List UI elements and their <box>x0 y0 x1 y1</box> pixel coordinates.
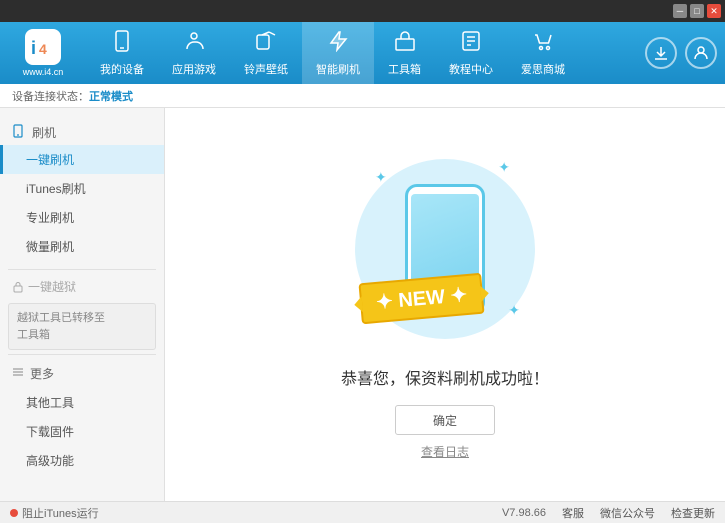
nav-label-apps-games: 应用游戏 <box>172 61 216 77</box>
success-text: 恭喜您，保资料刷机成功啦！ <box>341 365 549 389</box>
nav-item-smart-flash[interactable]: 智能刷机 <box>302 22 374 84</box>
sidebar-item-other-tools[interactable]: 其他工具 <box>0 388 164 417</box>
app-wrapper: ─ □ ✕ i 4 www.i4.cn <box>0 0 725 523</box>
left-panel: 刷机 一键刷机 iTunes刷机 专业刷机 微量刷机 <box>0 108 165 501</box>
user-button[interactable] <box>685 37 717 69</box>
sidebar: 刷机 一键刷机 iTunes刷机 专业刷机 微量刷机 <box>0 108 165 501</box>
itunes-status-dot <box>10 509 18 517</box>
download-button[interactable] <box>645 37 677 69</box>
sidebar-item-data-flash[interactable]: 微量刷机 <box>0 232 164 261</box>
sidebar-section-header-more: 更多 <box>0 359 164 388</box>
toolbox-icon <box>394 30 416 57</box>
device-status-prefix: 设备连接状态： <box>12 88 89 104</box>
more-section-icon <box>12 366 24 381</box>
minimize-button[interactable]: ─ <box>673 4 687 18</box>
logo-text: www.i4.cn <box>23 67 64 77</box>
confirm-button[interactable]: 确定 <box>395 405 495 435</box>
maximize-button[interactable]: □ <box>690 4 704 18</box>
smart-flash-icon <box>327 30 349 57</box>
ringtones-icon <box>255 30 277 57</box>
nav-label-my-device: 我的设备 <box>100 61 144 77</box>
flash-section-icon <box>12 124 26 141</box>
main-content: ✦ ✦ ✦ ✦ NEW ✦ 恭喜您，保资料刷机成功啦！ 确定 查看日志 <box>165 108 725 501</box>
check-update-link[interactable]: 检查更新 <box>671 505 715 521</box>
flash-section-label: 刷机 <box>32 124 56 141</box>
close-button[interactable]: ✕ <box>707 4 721 18</box>
title-bar-controls: ─ □ ✕ <box>673 4 721 18</box>
sparkle-2: ✦ <box>498 159 510 176</box>
sidebar-item-download-firmware[interactable]: 下载固件 <box>0 417 164 446</box>
nav-item-apps-games[interactable]: 应用游戏 <box>158 22 230 84</box>
illustration: ✦ ✦ ✦ ✦ NEW ✦ <box>345 149 545 349</box>
more-section-label: 更多 <box>30 365 54 382</box>
sidebar-divider-2 <box>8 354 156 355</box>
itunes-status-text: 阻止iTunes运行 <box>22 505 99 521</box>
my-device-icon <box>111 30 133 57</box>
footer-right: V7.98.66 客服 微信公众号 检查更新 <box>502 505 715 521</box>
version-text: V7.98.66 <box>502 507 546 519</box>
nav-label-toolbox: 工具箱 <box>388 61 421 77</box>
device-status-value: 正常模式 <box>89 88 133 104</box>
wechat-link[interactable]: 微信公众号 <box>600 505 655 521</box>
sidebar-disabled-jailbreak: 一键越狱 <box>0 274 164 299</box>
apps-games-icon <box>183 30 205 57</box>
sidebar-item-advanced[interactable]: 高级功能 <box>0 446 164 475</box>
support-link[interactable]: 客服 <box>562 505 584 521</box>
nav-actions <box>645 37 717 69</box>
svg-text:i: i <box>31 38 36 58</box>
device-status-bar: 设备连接状态： 正常模式 <box>0 84 725 108</box>
sparkle-1: ✦ <box>375 169 387 186</box>
view-log-link[interactable]: 查看日志 <box>421 443 469 460</box>
itunes-status: 阻止iTunes运行 <box>10 505 99 521</box>
logo-icon: i 4 <box>25 29 61 65</box>
nav-label-mall: 爱思商城 <box>521 61 565 77</box>
sidebar-item-one-key-flash[interactable]: 一键刷机 <box>0 145 164 174</box>
nav-item-mall[interactable]: 爱思商城 <box>507 22 579 84</box>
title-bar: ─ □ ✕ <box>0 0 725 22</box>
tutorials-icon <box>460 30 482 57</box>
nav-label-smart-flash: 智能刷机 <box>316 61 360 77</box>
header: i 4 www.i4.cn 我的设备 <box>0 22 725 84</box>
sidebar-item-itunes-flash[interactable]: iTunes刷机 <box>0 174 164 203</box>
nav-label-tutorials: 教程中心 <box>449 61 493 77</box>
sidebar-divider-1 <box>8 269 156 270</box>
nav-item-toolbox[interactable]: 工具箱 <box>374 22 435 84</box>
footer: 阻止iTunes运行 V7.98.66 客服 微信公众号 检查更新 <box>0 501 725 523</box>
nav-label-ringtones: 铃声壁纸 <box>244 61 288 77</box>
nav-items: 我的设备 应用游戏 铃 <box>86 22 637 84</box>
nav-item-my-device[interactable]: 我的设备 <box>86 22 158 84</box>
sidebar-section-header-flash: 刷机 <box>0 120 164 145</box>
svg-text:4: 4 <box>39 41 47 57</box>
sparkle-3: ✦ <box>508 302 520 319</box>
logo-area: i 4 www.i4.cn <box>8 29 78 77</box>
sidebar-notice: 越狱工具已转移至 工具箱 <box>8 303 156 350</box>
nav-item-tutorials[interactable]: 教程中心 <box>435 22 507 84</box>
sidebar-item-pro-flash[interactable]: 专业刷机 <box>0 203 164 232</box>
mall-icon <box>532 30 554 57</box>
disabled-jailbreak-label: 一键越狱 <box>28 278 76 295</box>
sidebar-section-flash: 刷机 一键刷机 iTunes刷机 专业刷机 微量刷机 <box>0 116 164 265</box>
footer-left: 阻止iTunes运行 <box>10 505 99 521</box>
nav-item-ringtones[interactable]: 铃声壁纸 <box>230 22 302 84</box>
content-wrapper: 刷机 一键刷机 iTunes刷机 专业刷机 微量刷机 <box>0 108 725 501</box>
